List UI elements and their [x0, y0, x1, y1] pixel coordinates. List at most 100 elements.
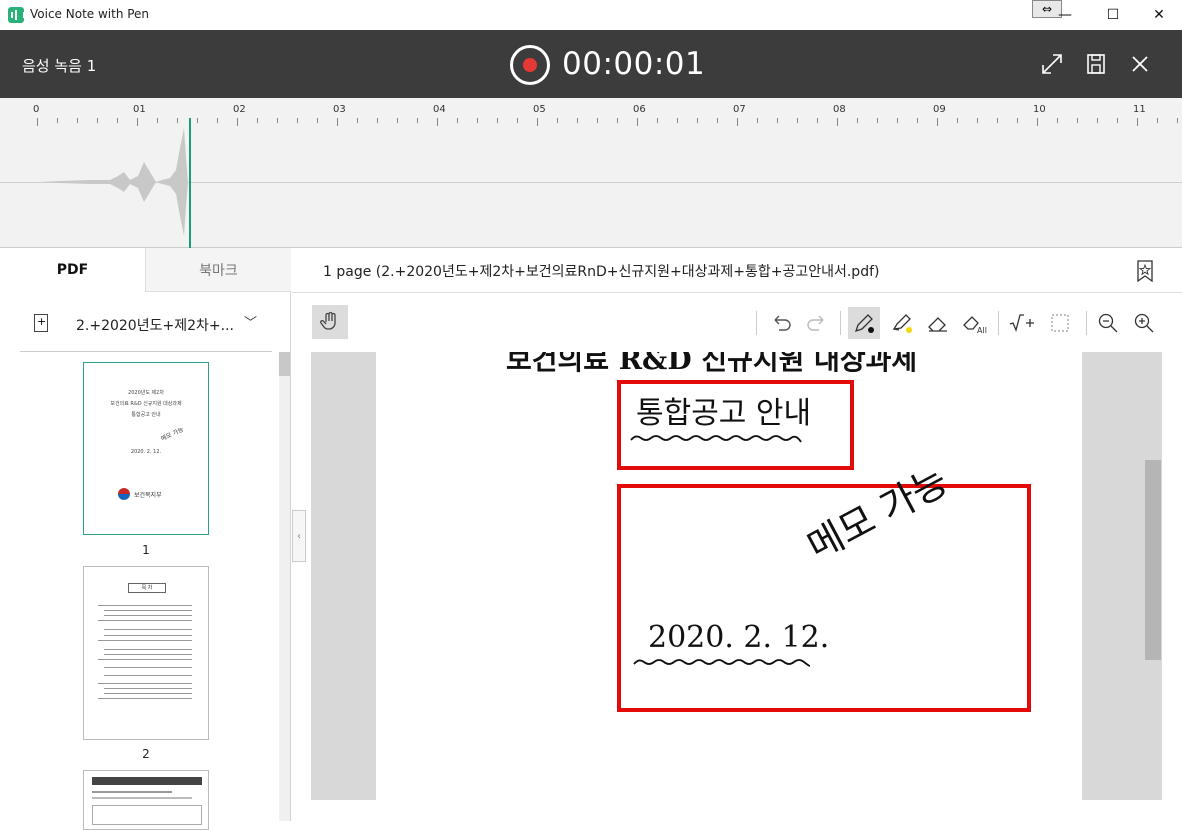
- file-name: 2.+2020년도+제2차+...: [76, 318, 234, 334]
- thumb-line: [104, 615, 192, 616]
- timeline-tick: [637, 118, 638, 126]
- chevron-down-icon[interactable]: ﹀: [244, 312, 257, 331]
- close-recording-icon[interactable]: [1128, 52, 1152, 76]
- save-icon[interactable]: [1084, 52, 1108, 76]
- timeline-tick: [357, 118, 358, 123]
- timeline-tick: [237, 118, 238, 126]
- timeline-tick: [657, 118, 658, 123]
- timeline-tick: [1097, 118, 1098, 123]
- maximize-button[interactable]: ☐: [1090, 0, 1136, 30]
- expand-icon[interactable]: [1040, 52, 1064, 76]
- timeline-tick: [497, 118, 498, 123]
- toolbar-separator: [756, 311, 757, 335]
- thumb-line: [104, 675, 192, 676]
- timeline-tick-label: 0: [33, 104, 40, 115]
- scrollbar-thumb[interactable]: [279, 352, 290, 376]
- timeline-tick: [877, 118, 878, 123]
- page-number-2: 2: [142, 747, 150, 761]
- playhead[interactable]: [189, 118, 191, 248]
- page-thumbnail-1[interactable]: 2020년도 제2차 보건의료 R&D 신규지원 대상과제 통합공고 안내 20…: [83, 362, 209, 535]
- page-thumbnail-2[interactable]: 목 차: [83, 566, 209, 740]
- thumb-line: [98, 683, 192, 684]
- title-bar: Voice Note with Pen ⇔ — ☐ ✕: [0, 0, 1182, 30]
- thumb-line: [98, 659, 192, 660]
- timeline-tick: [417, 118, 418, 123]
- timeline-tick: [337, 118, 338, 126]
- record-button[interactable]: [510, 45, 550, 85]
- timeline-tick-label: 04: [433, 104, 446, 115]
- timeline-tick: [437, 118, 438, 126]
- highlighter-icon[interactable]: [886, 307, 918, 339]
- waveform-timeline[interactable]: 00102030405060708091011 ︿: [0, 98, 1182, 261]
- thumb-line: [104, 635, 192, 636]
- minimize-button[interactable]: —: [1042, 0, 1088, 30]
- annotation-toolbar: All: [292, 292, 1182, 352]
- timeline-tick: [1017, 118, 1018, 123]
- timeline-tick: [277, 118, 278, 123]
- timeline-tick-label: 11: [1133, 104, 1146, 115]
- document-panel: 1 page (2.+2020년도+제2차+보건의료RnD+신규지원+대상과제+…: [292, 248, 1182, 821]
- timeline-tick: [1037, 118, 1038, 126]
- thumb-line: [104, 688, 192, 689]
- thumb-line: [104, 693, 192, 694]
- add-file-icon[interactable]: [34, 314, 48, 332]
- document-scrollbar[interactable]: [1145, 460, 1161, 660]
- recording-name: 음성 녹음 1: [22, 57, 97, 75]
- zoom-in-icon[interactable]: [1128, 307, 1160, 339]
- pen-icon[interactable]: [848, 307, 880, 339]
- undo-icon[interactable]: [766, 307, 798, 339]
- bookmark-icon[interactable]: [1136, 260, 1154, 282]
- thumb-line: 2020년도 제2차: [128, 390, 164, 396]
- tab-pdf[interactable]: PDF: [0, 248, 146, 292]
- timeline-tick: [557, 118, 558, 123]
- thumb-line: [104, 654, 192, 655]
- timeline-tick: [257, 118, 258, 123]
- collapse-sidebar-button[interactable]: ‹: [292, 510, 306, 562]
- app-title: Voice Note with Pen: [30, 7, 150, 21]
- timeline-tick: [897, 118, 898, 123]
- handwriting-annotations[interactable]: [376, 352, 1082, 800]
- selection-box-icon[interactable]: [1044, 307, 1076, 339]
- timeline-tick: [817, 118, 818, 123]
- recording-timer: 00:00:01: [562, 46, 706, 82]
- timeline-tick: [597, 118, 598, 123]
- thumb-line: 통합공고 안내: [131, 412, 161, 418]
- page-thumbnail-3[interactable]: [83, 770, 209, 830]
- zoom-out-icon[interactable]: [1092, 307, 1124, 339]
- timeline-tick: [517, 118, 518, 123]
- thumb-table: [92, 805, 202, 825]
- timeline-tick: [217, 118, 218, 123]
- pdf-viewer[interactable]: 보건의료 R&D 신규지원 대상과제 통합공고 안내 2020. 2. 12. …: [311, 352, 1162, 800]
- timeline-tick: [677, 118, 678, 123]
- toolbar-separator: [998, 311, 999, 335]
- thumb-line: [98, 698, 192, 699]
- thumbnail-scrollbar[interactable]: [279, 352, 290, 821]
- thumb-line: [92, 797, 192, 799]
- hand-tool-icon[interactable]: [312, 305, 348, 339]
- timeline-tick: [1117, 118, 1118, 123]
- thumb-handwriting: 메모 가능: [160, 426, 185, 443]
- timeline-tick: [617, 118, 618, 123]
- timeline-tick: [797, 118, 798, 123]
- timeline-tick-label: 08: [833, 104, 846, 115]
- file-selector[interactable]: 2.+2020년도+제2차+... ﹀: [20, 300, 272, 352]
- timeline-tick: [317, 118, 318, 123]
- thumb-line: [98, 605, 192, 606]
- timeline-tick: [377, 118, 378, 123]
- thumb-line: [98, 640, 192, 641]
- pdf-page[interactable]: 보건의료 R&D 신규지원 대상과제 통합공고 안내 2020. 2. 12. …: [376, 352, 1082, 800]
- thumb-line: [104, 649, 192, 650]
- timeline-tick-label: 07: [733, 104, 746, 115]
- eraser-icon[interactable]: [922, 307, 954, 339]
- timeline-tick: [857, 118, 858, 123]
- close-window-button[interactable]: ✕: [1136, 0, 1182, 30]
- redo-icon[interactable]: [800, 307, 832, 339]
- thumb-line: 2020. 2. 12.: [130, 449, 162, 455]
- timeline-tick: [837, 118, 838, 126]
- tab-bookmark[interactable]: 북마크: [146, 248, 291, 292]
- formula-icon[interactable]: [1006, 307, 1038, 339]
- timeline-tick: [1137, 118, 1138, 126]
- timeline-tick-label: 05: [533, 104, 546, 115]
- timeline-tick-label: 03: [333, 104, 346, 115]
- erase-all-icon[interactable]: All: [958, 307, 990, 339]
